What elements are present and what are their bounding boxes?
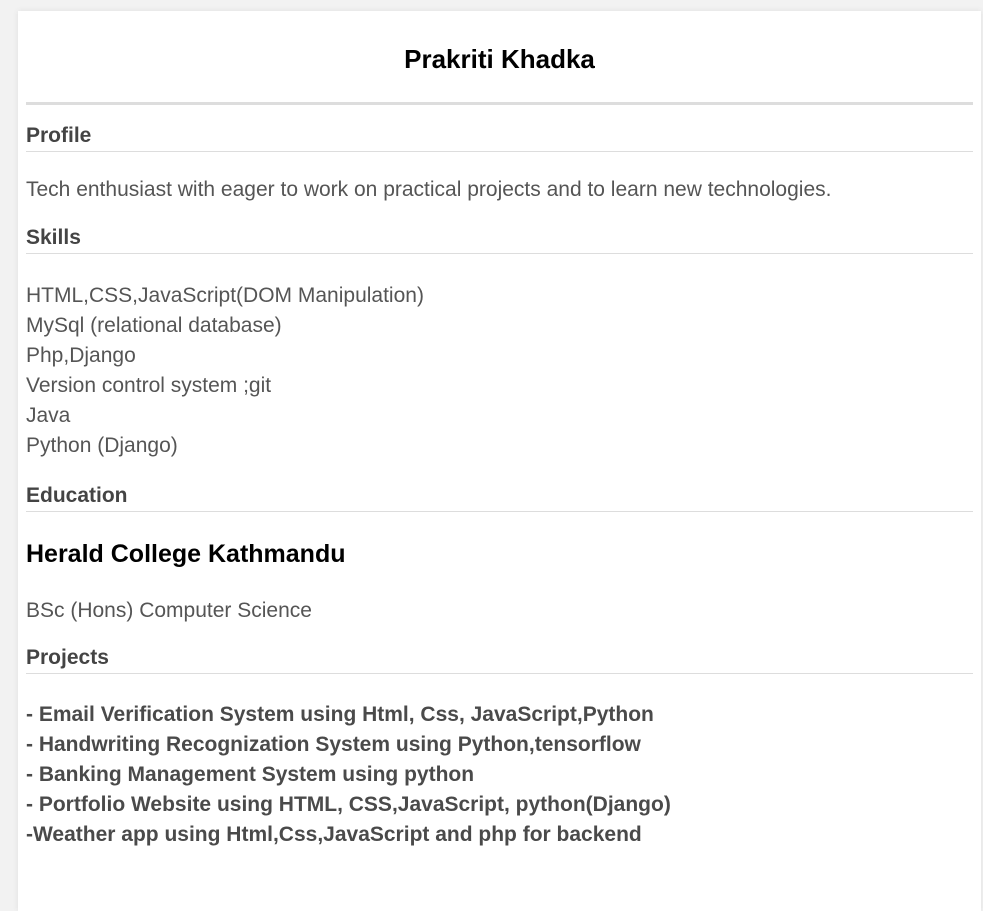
page-title: Prakriti Khadka [404,44,595,74]
projects-heading: Projects [26,646,973,674]
profile-text: Tech enthusiast with eager to work on pr… [26,178,832,201]
project-item: - Email Verification System using Html, … [26,703,654,726]
profile-heading: Profile [26,124,973,152]
title-divider [26,102,973,105]
education-heading: Education [26,484,973,512]
skills-list: HTML,CSS,JavaScript(DOM Manipulation) My… [26,281,424,461]
skill-item: Version control system ;git [26,374,272,397]
project-item: -Weather app using Html,Css,JavaScript a… [26,823,642,846]
project-item: - Portfolio Website using HTML, CSS,Java… [26,793,671,816]
degree-text: BSc (Hons) Computer Science [26,599,312,622]
skills-heading: Skills [26,226,973,254]
institution-name: Herald College Kathmandu [26,540,346,568]
skill-item: Php,Django [26,344,136,367]
skill-item: MySql (relational database) [26,314,282,337]
project-item: - Handwriting Recognization System using… [26,733,641,756]
skill-item: HTML,CSS,JavaScript(DOM Manipulation) [26,284,424,307]
skill-item: Java [26,404,71,427]
skill-item: Python (Django) [26,434,178,457]
projects-list: - Email Verification System using Html, … [26,700,671,850]
resume-card: Prakriti Khadka Profile Tech enthusiast … [18,11,981,911]
project-item: - Banking Management System using python [26,763,475,786]
